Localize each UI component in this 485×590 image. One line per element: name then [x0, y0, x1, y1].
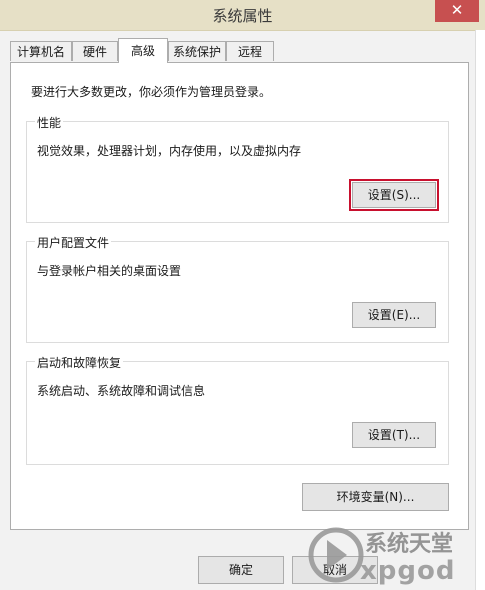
- tab-computer-name[interactable]: 计算机名: [10, 41, 72, 61]
- startup-recovery-desc: 系统启动、系统故障和调试信息: [37, 384, 206, 398]
- tab-system-protection[interactable]: 系统保护: [168, 41, 226, 61]
- window-title: 系统属性: [212, 7, 273, 25]
- title-bar: 系统属性 ✕: [0, 0, 485, 31]
- environment-variables-button[interactable]: 环境变量(N)...: [302, 483, 449, 511]
- advanced-panel: 要进行大多数更改，你必须作为管理员登录。 性能 视觉效果，处理器计划，内存使用，…: [10, 62, 469, 530]
- user-profiles-desc: 与登录帐户相关的桌面设置: [37, 264, 182, 278]
- performance-title: 性能: [35, 114, 64, 131]
- close-icon: ✕: [450, 1, 464, 19]
- user-profiles-title: 用户配置文件: [35, 234, 112, 251]
- watermark-name: 系统天堂: [365, 532, 454, 557]
- admin-notice: 要进行大多数更改，你必须作为管理员登录。: [31, 85, 272, 99]
- user-profiles-settings-button[interactable]: 设置(E)...: [352, 302, 436, 328]
- background-window-edge: [475, 30, 485, 590]
- performance-group: 性能 视觉效果，处理器计划，内存使用，以及虚拟内存 设置(S)...: [26, 114, 449, 223]
- tab-advanced[interactable]: 高级: [118, 38, 168, 63]
- tab-remote[interactable]: 远程: [226, 41, 274, 61]
- close-button[interactable]: ✕: [435, 0, 479, 22]
- watermark-sub: xpgod: [360, 556, 456, 586]
- performance-desc: 视觉效果，处理器计划，内存使用，以及虚拟内存: [37, 144, 302, 158]
- ok-button[interactable]: 确定: [198, 556, 284, 584]
- startup-recovery-settings-button[interactable]: 设置(T)...: [352, 422, 436, 448]
- watermark-logo-icon: [308, 527, 364, 583]
- startup-recovery-title: 启动和故障恢复: [35, 354, 124, 371]
- user-profiles-group: 用户配置文件 与登录帐户相关的桌面设置 设置(E)...: [26, 234, 449, 343]
- startup-recovery-group: 启动和故障恢复 系统启动、系统故障和调试信息 设置(T)...: [26, 354, 449, 465]
- tab-hardware[interactable]: 硬件: [72, 41, 118, 61]
- site-watermark: 系统天堂 xpgod: [305, 520, 485, 590]
- performance-settings-button[interactable]: 设置(S)...: [349, 179, 439, 211]
